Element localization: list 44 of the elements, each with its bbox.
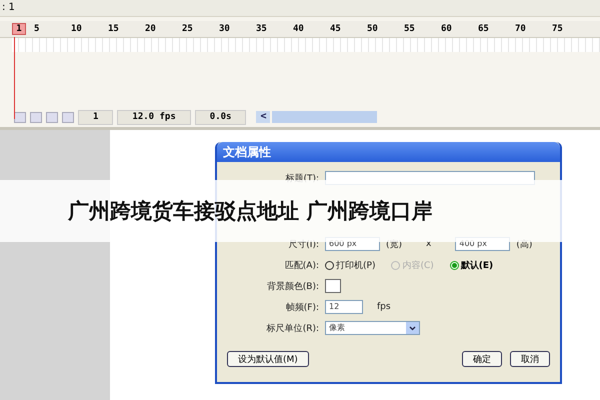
frame-rate: 12.0 fps xyxy=(117,110,191,124)
times-sign: x xyxy=(426,239,432,249)
frame-number: 60 xyxy=(441,24,453,34)
chevron-down-icon xyxy=(409,326,416,330)
field-label: 标尺单位(R): xyxy=(266,322,319,334)
field-label: 匹配(A): xyxy=(284,260,319,272)
unit-label: (高) xyxy=(516,238,532,250)
frame-number: 40 xyxy=(293,24,305,34)
radio-option[interactable]: 打印机(P) xyxy=(325,258,376,272)
layer-count-text: : 1 xyxy=(2,2,15,13)
field-label: 尺寸(I): xyxy=(287,238,319,250)
frame-number: 30 xyxy=(219,24,231,34)
unit-label: (宽) xyxy=(386,238,402,250)
frame-rate-field[interactable]: 12 xyxy=(325,300,363,314)
field-label: 背景颜色(B): xyxy=(266,280,319,292)
color-swatch[interactable] xyxy=(325,279,341,293)
frame-number: 70 xyxy=(515,24,527,34)
ok-button[interactable]: 确定 xyxy=(462,351,502,367)
field-label: 帧频(F): xyxy=(284,302,319,314)
cancel-button[interactable]: 取消 xyxy=(510,351,550,367)
frame-number: 10 xyxy=(71,24,83,34)
scrollbar-thumb[interactable] xyxy=(272,111,378,123)
unit-label: fps xyxy=(377,302,391,312)
headline: 广州跨境货车接驳点地址 广州跨境口岸 xyxy=(68,198,432,225)
frame-number: 55 xyxy=(404,24,416,34)
current-frame: 1 xyxy=(78,110,114,124)
scroll-left-button[interactable]: < xyxy=(256,111,270,123)
frame-number: 1 xyxy=(12,23,26,35)
frame-number: 50 xyxy=(367,24,379,34)
frame-track[interactable] xyxy=(12,38,600,52)
frame-number: 75 xyxy=(552,24,564,34)
elapsed-time: 0.0s xyxy=(194,110,246,124)
ruler-units-dropdown[interactable]: 像素 xyxy=(325,321,420,335)
frame-number: 35 xyxy=(256,24,268,34)
frame-number: 65 xyxy=(478,24,490,34)
frame-number: 20 xyxy=(145,24,157,34)
frame-number: 5 xyxy=(34,24,40,34)
dialog-title: 文档属性 xyxy=(217,142,560,162)
frame-number: 45 xyxy=(330,24,342,34)
set-default-button[interactable]: 设为默认值(M) xyxy=(227,351,309,367)
radio-option[interactable]: 默认(E) xyxy=(450,258,494,272)
field-label: 标题(T): xyxy=(284,172,319,184)
frame-number: 25 xyxy=(182,24,194,34)
frame-number: 15 xyxy=(108,24,120,34)
